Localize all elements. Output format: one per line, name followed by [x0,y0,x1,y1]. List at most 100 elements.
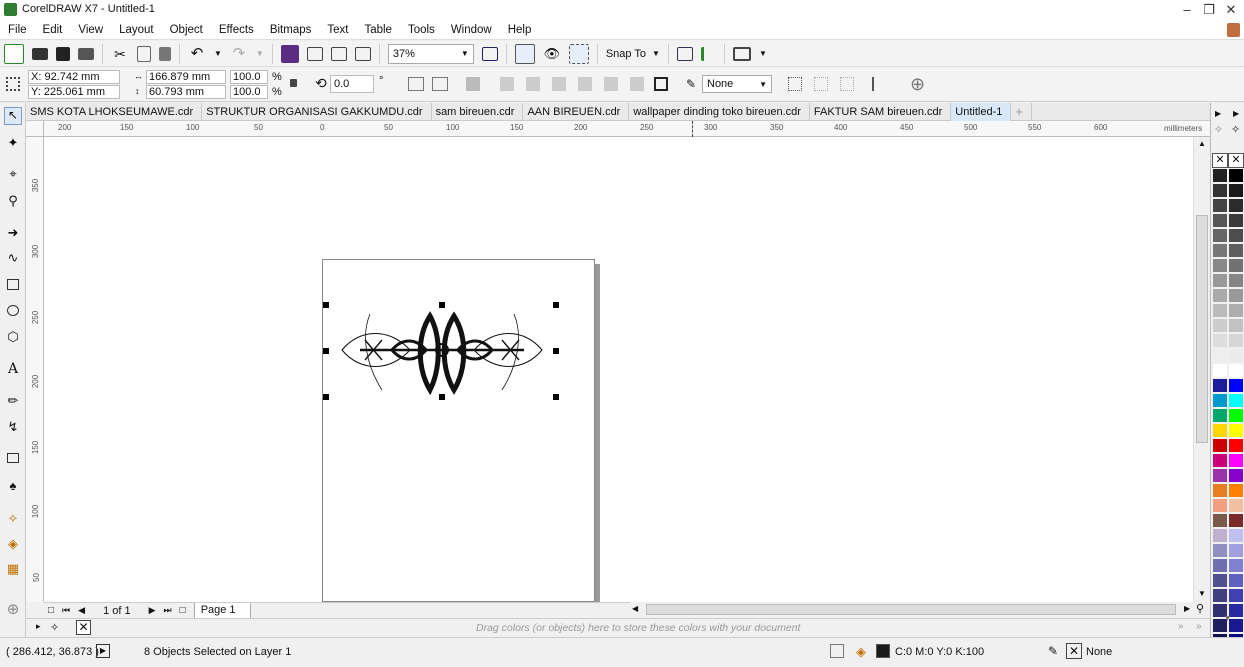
first-page-icon[interactable]: ⏮ [62,605,70,616]
outline-width-select[interactable]: None ▼ [702,75,772,93]
menu-window[interactable]: Window [451,20,492,40]
color-swatch[interactable] [1228,228,1244,243]
smart-fill-tool-icon[interactable]: ▦ [4,561,22,579]
interactive-fill-tool-icon[interactable]: ◈ [4,536,22,554]
parallel-dimension-tool-icon[interactable]: ✏ [4,393,22,411]
color-swatch[interactable] [1212,348,1228,363]
palette-expand-icon[interactable]: ▶ [1233,109,1239,118]
trim-icon[interactable] [526,77,540,91]
color-swatch[interactable] [1228,213,1244,228]
import-icon[interactable] [306,46,323,61]
color-swatch[interactable] [1212,408,1228,423]
color-swatch[interactable] [1228,453,1244,468]
cut-icon[interactable]: ✂ [111,45,129,63]
color-swatch[interactable] [1228,483,1244,498]
mirror-horizontal-icon[interactable] [408,77,424,91]
color-swatch[interactable] [1228,243,1244,258]
palette-expand-icon[interactable]: ▶ [1215,109,1221,118]
scale-y-field[interactable]: 100.0 [230,85,268,99]
color-swatch[interactable] [1228,258,1244,273]
color-swatch[interactable] [1212,528,1228,543]
rectangle-tool-icon[interactable] [7,279,19,290]
scroll-up-icon[interactable]: ▲ [1198,139,1206,148]
menu-layout[interactable]: Layout [119,20,154,40]
vertical-scrollbar[interactable]: ▲ ▼ [1193,137,1210,602]
no-outline-swatch[interactable]: ✕ [1228,153,1244,168]
reference-point-icon[interactable] [6,77,20,91]
pick-tool-icon[interactable]: ↖ [4,107,22,125]
mirror-vertical-icon[interactable] [432,77,448,91]
doc-tab[interactable]: sam bireuen.cdr [432,102,524,121]
color-swatch[interactable] [1212,558,1228,573]
color-proofing-icon[interactable] [830,644,844,658]
color-swatch[interactable] [1212,288,1228,303]
color-swatch[interactable] [1228,588,1244,603]
eyedropper-icon[interactable]: ✧ [50,621,59,634]
add-icon[interactable]: ⊕ [910,74,925,95]
ungroup-icon[interactable] [814,77,828,91]
eyedropper-icon[interactable]: ✧ [1231,123,1240,136]
undo-icon[interactable]: ↶ [188,45,206,63]
redo-icon[interactable]: ↷ [230,45,248,63]
color-swatch[interactable] [1212,483,1228,498]
menu-table[interactable]: Table [364,20,392,40]
paste-icon[interactable] [159,46,171,61]
chevron-down-icon[interactable]: ▼ [759,49,767,58]
scroll-right-icon[interactable]: ▶ [1184,604,1190,613]
color-swatch[interactable] [1212,573,1228,588]
menu-object[interactable]: Object [170,20,203,40]
scroll-down-icon[interactable]: ▼ [1198,589,1206,598]
connector-tool-icon[interactable]: ↯ [4,419,22,437]
menu-view[interactable]: View [78,20,103,40]
doc-tab[interactable]: AAN BIREUEN.cdr [523,102,630,121]
color-swatch[interactable] [1212,588,1228,603]
selection-handle[interactable] [323,348,329,354]
color-swatch[interactable] [1212,228,1228,243]
color-swatch[interactable] [1212,198,1228,213]
show-rulers-icon[interactable] [514,43,535,64]
scroll-left-icon[interactable]: ◀ [632,604,638,613]
eyedropper-icon[interactable]: ✧ [1214,123,1223,136]
full-screen-preview-icon[interactable] [481,46,498,61]
color-swatch[interactable] [1228,528,1244,543]
save-icon[interactable] [56,46,70,61]
previous-page-icon[interactable]: ◀ [78,605,85,616]
selection-handle[interactable] [323,302,329,308]
color-swatch[interactable] [1228,423,1244,438]
weld-icon[interactable] [500,77,514,91]
color-swatch[interactable] [1228,438,1244,453]
selection-handle[interactable] [553,302,559,308]
doc-tab[interactable]: FAKTUR SAM bireuen.cdr [810,102,952,121]
menu-edit[interactable]: Edit [43,20,63,40]
zoom-level-select[interactable]: 37% ▼ [387,43,474,64]
new-tab-plus-icon[interactable]: + [1011,102,1032,121]
artistic-media-tool-icon[interactable]: ∿ [4,250,22,268]
doc-tab-active[interactable]: Untitled-1 [951,102,1012,121]
redo-dropdown-icon[interactable]: ▼ [256,49,264,58]
align-distribute-icon[interactable] [872,77,886,91]
horizontal-scroll-thumb[interactable] [646,604,1176,615]
selection-handle[interactable] [439,302,445,308]
rotation-angle-field[interactable]: 0.0 [330,75,374,93]
no-color-swatch[interactable]: ✕ [76,620,91,635]
open-folder-icon[interactable] [32,47,48,60]
combine-icon[interactable] [466,77,480,91]
object-width-field[interactable]: 166.879 mm [146,70,226,84]
color-swatch[interactable] [1228,333,1244,348]
color-swatch[interactable] [1228,273,1244,288]
ellipse-tool-icon[interactable] [7,305,19,316]
color-swatch[interactable] [1228,318,1244,333]
color-swatch[interactable] [1212,498,1228,513]
copy-icon[interactable] [137,45,151,62]
color-swatch[interactable] [1228,303,1244,318]
color-swatch[interactable] [1212,303,1228,318]
color-swatch[interactable] [1228,378,1244,393]
restore-icon[interactable]: ❐ [1198,0,1220,20]
intersect-icon[interactable] [552,77,566,91]
lock-ratio-icon[interactable] [290,79,297,87]
print-icon[interactable] [78,47,94,60]
ruler-origin[interactable] [26,121,44,137]
color-swatch[interactable] [1228,558,1244,573]
object-height-field[interactable]: 60.793 mm [146,85,226,99]
color-swatch[interactable] [1212,213,1228,228]
